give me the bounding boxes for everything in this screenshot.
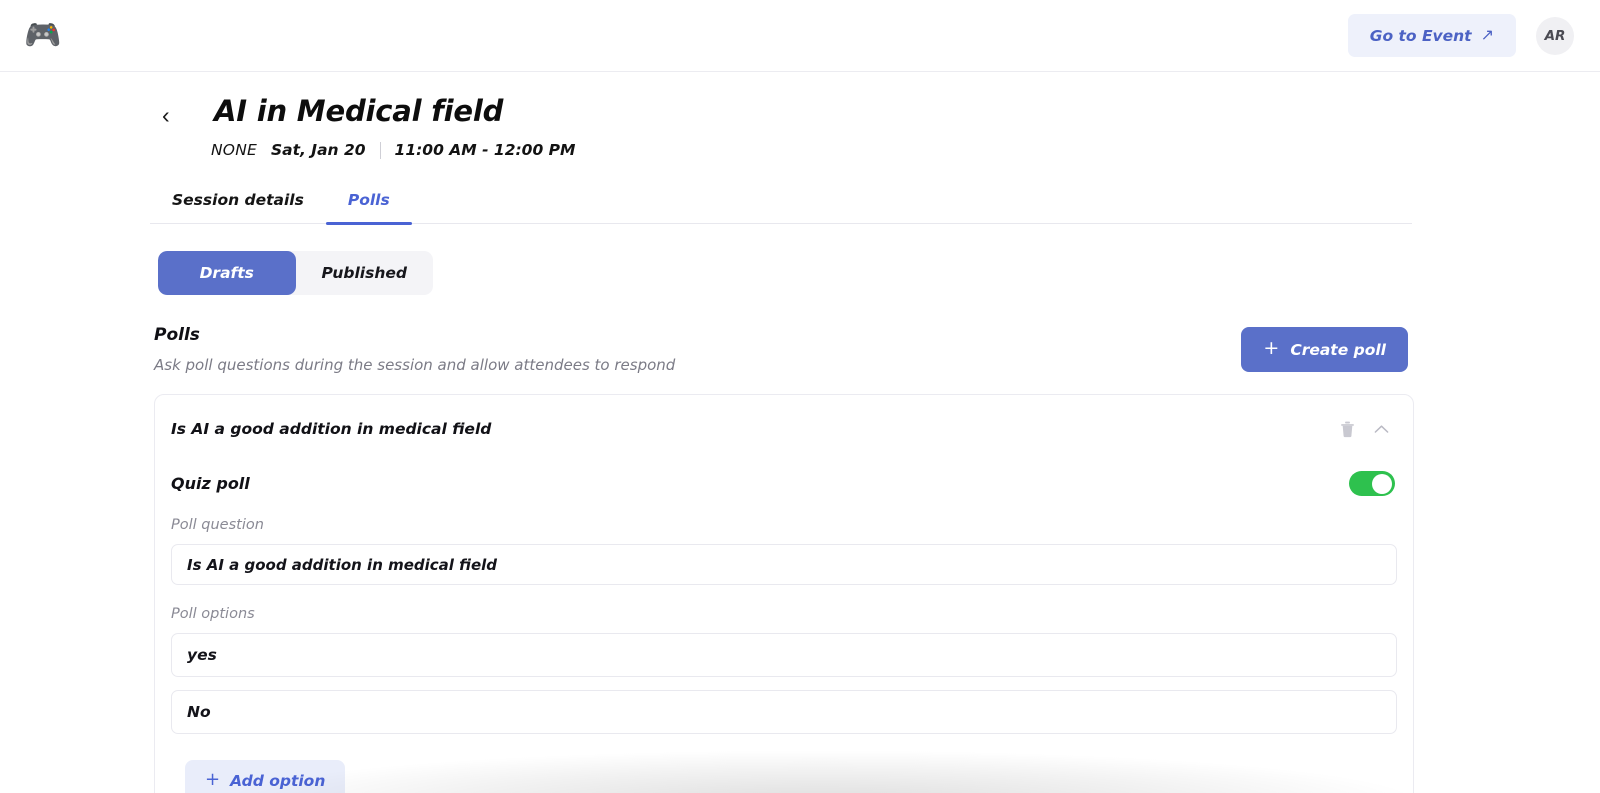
polls-section-header: Polls Ask poll questions during the sess… <box>0 325 1600 374</box>
create-poll-button[interactable]: + Create poll <box>1241 327 1408 372</box>
poll-option-input-2[interactable] <box>171 690 1397 734</box>
segment-drafts[interactable]: Drafts <box>158 251 296 295</box>
top-bar: 🎮 Go to Event ↗ AR <box>0 0 1600 72</box>
game-controller-icon[interactable]: 🎮 <box>22 15 64 57</box>
back-button[interactable]: ‹ <box>162 100 188 130</box>
poll-card-actions <box>1335 417 1393 441</box>
chevron-up-icon[interactable] <box>1369 417 1393 441</box>
poll-option-input-1[interactable] <box>171 633 1397 677</box>
poll-question-label: Poll question <box>171 517 264 533</box>
external-link-arrow-icon: ↗ <box>1480 25 1494 44</box>
tab-session-details[interactable]: Session details <box>150 191 326 223</box>
page-title: AI in Medical field <box>214 94 504 128</box>
quiz-poll-toggle[interactable] <box>1349 471 1395 496</box>
polls-heading: Polls <box>154 325 200 345</box>
poll-card: Is AI a good addition in medical field Q… <box>154 394 1414 793</box>
poll-options-block: Poll options + Add option <box>155 606 1413 793</box>
trash-icon[interactable] <box>1335 417 1359 441</box>
poll-options-label: Poll options <box>171 606 255 622</box>
segment-published[interactable]: Published <box>296 251 434 295</box>
poll-question-input[interactable] <box>171 544 1397 585</box>
session-type: NONE <box>211 141 257 159</box>
tab-polls[interactable]: Polls <box>325 191 412 225</box>
plus-icon: + <box>205 769 221 790</box>
add-option-label: Add option <box>230 772 326 790</box>
toggle-knob <box>1372 473 1392 494</box>
meta-divider <box>379 141 381 159</box>
polls-subtitle: Ask poll questions during the session an… <box>154 356 676 374</box>
poll-card-header[interactable]: Is AI a good addition in medical field <box>155 395 1413 461</box>
plus-icon: + <box>1263 337 1280 359</box>
avatar[interactable]: AR <box>1536 16 1574 55</box>
quiz-poll-row: Quiz poll <box>155 461 1413 496</box>
quiz-poll-label: Quiz poll <box>171 474 250 493</box>
session-header: ‹ AI in Medical field <box>0 72 1600 130</box>
polls-section-titles: Polls Ask poll questions during the sess… <box>154 325 1241 374</box>
session-meta: NONE Sat, Jan 20 11:00 AM - 12:00 PM <box>211 141 1600 159</box>
go-to-event-button[interactable]: Go to Event ↗ <box>1347 14 1516 57</box>
go-to-event-label: Go to Event <box>1369 26 1472 45</box>
page-body: ‹ AI in Medical field NONE Sat, Jan 20 1… <box>0 72 1600 793</box>
tab-bar: Session details Polls <box>150 191 1412 225</box>
poll-question-block: Poll question <box>155 517 1413 585</box>
poll-card-title: Is AI a good addition in medical field <box>171 420 492 438</box>
session-time: 11:00 AM - 12:00 PM <box>394 141 576 159</box>
drafts-published-toggle: Drafts Published <box>158 251 433 295</box>
add-option-button[interactable]: + Add option <box>185 760 346 793</box>
session-date: Sat, Jan 20 <box>270 141 366 159</box>
create-poll-label: Create poll <box>1290 340 1386 359</box>
top-bar-right-actions: Go to Event ↗ AR <box>1347 14 1574 57</box>
